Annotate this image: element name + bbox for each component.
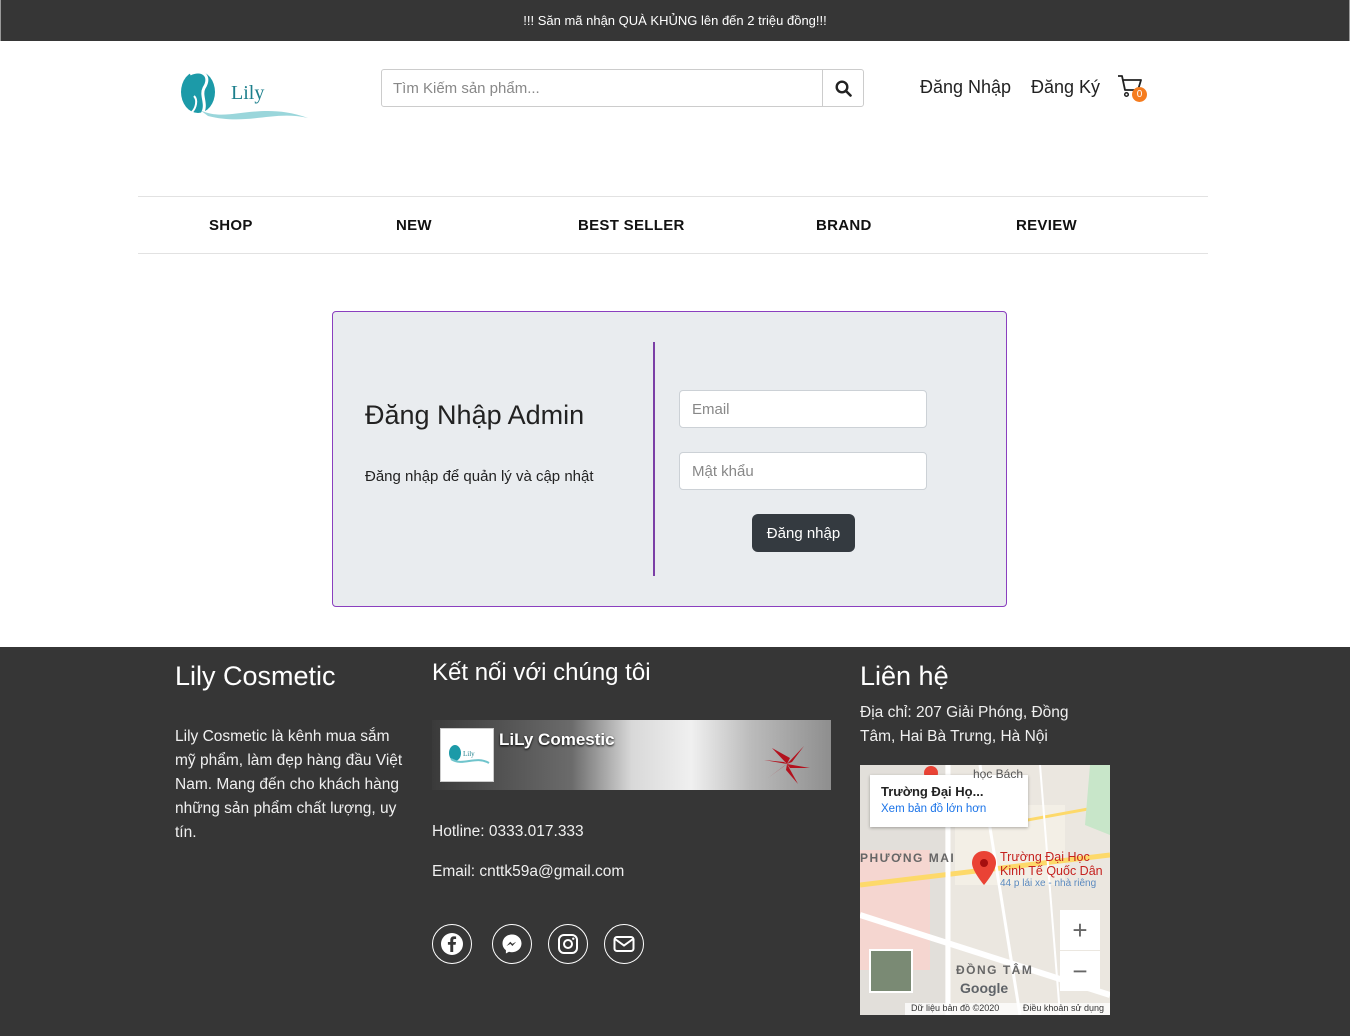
footer-connect-title: Kết nối với chúng tôi	[432, 659, 651, 686]
messenger-button[interactable]	[492, 924, 532, 964]
map-zoom-in-button[interactable]: +	[1060, 910, 1100, 950]
poinsettia-decoration	[764, 746, 810, 784]
fb-page-logo: Lily	[440, 728, 494, 782]
login-link[interactable]: Đăng Nhập	[920, 77, 1011, 98]
map-district-phuong-mai: PHƯƠNG MAI	[860, 851, 956, 865]
envelope-icon	[613, 936, 635, 952]
nav-item-brand[interactable]: BRAND	[816, 217, 872, 234]
map-place-name: Trường Đại Họ...	[881, 784, 984, 799]
map-place-line1: Trường Đại Học	[1000, 850, 1090, 864]
map-place-sub: 44 p lái xe - nhà riêng	[1000, 878, 1097, 889]
password-field[interactable]	[679, 452, 927, 490]
google-map[interactable]: Trường Đại Họ... Xem bản đồ lớn hơn học …	[860, 765, 1110, 1015]
footer-brand-description: Lily Cosmetic là kênh mua sắm mỹ phẩm, l…	[175, 728, 403, 841]
site-header: Lily Đăng Nhập Đăng Ký 0	[0, 41, 1350, 196]
map-place-card: Trường Đại Họ... Xem bản đồ lớn hơn	[870, 775, 1028, 827]
email-field[interactable]	[679, 390, 927, 428]
map-zoom-out-button[interactable]: −	[1060, 951, 1100, 991]
cart-button[interactable]: 0	[1117, 74, 1149, 104]
larger-map-link[interactable]: Xem bản đồ lớn hơn	[881, 803, 1017, 815]
footer-address: Địa chỉ: 207 Giải Phóng, Đồng Tâm, Hai B…	[860, 704, 1069, 745]
main-nav: SHOP NEW BEST SELLER BRAND REVIEW	[138, 196, 1208, 254]
map-attribution: Dữ liệu bản đồ ©2020 Điều khoản sử dụng	[905, 1003, 1110, 1015]
messenger-icon	[502, 934, 522, 954]
footer-email: Email: cnttk59a@gmail.com	[432, 863, 625, 880]
promo-bar: !!! Săn mã nhận QUÀ KHỦNG lên đến 2 triệ…	[0, 0, 1350, 41]
svg-text:Lily: Lily	[463, 750, 475, 758]
admin-login-card: Đăng Nhập Admin Đăng nhập để quản lý và …	[332, 311, 1007, 607]
register-link[interactable]: Đăng Ký	[1031, 77, 1100, 98]
instagram-icon	[558, 934, 578, 954]
instagram-button[interactable]	[548, 924, 588, 964]
site-footer: Lily Cosmetic Lily Cosmetic là kênh mua …	[0, 647, 1350, 1036]
map-label-top: học Bách	[973, 767, 1024, 781]
footer-hotline: Hotline: 0333.017.333	[432, 823, 584, 840]
map-data-credit: Dữ liệu bản đồ ©2020	[911, 1003, 1000, 1013]
map-place-line2: Kinh Tế Quốc Dân	[1000, 864, 1103, 878]
fb-page-name: LiLy Comestic	[499, 730, 615, 749]
nav-item-review[interactable]: REVIEW	[1016, 217, 1077, 234]
promo-text: !!! Săn mã nhận QUÀ KHỦNG lên đến 2 triệ…	[523, 13, 827, 28]
map-terms-link[interactable]: Điều khoản sử dụng	[1023, 1003, 1104, 1015]
search-icon	[834, 79, 852, 97]
logo-text: Lily	[231, 82, 264, 104]
card-divider	[653, 342, 655, 576]
footer-contact-title: Liên hệ	[860, 661, 949, 691]
cart-count-badge: 0	[1132, 87, 1147, 102]
email-button[interactable]	[604, 924, 644, 964]
lily-logo[interactable]: Lily	[178, 66, 310, 124]
nav-item-new[interactable]: NEW	[396, 217, 432, 234]
google-logo: Google	[960, 980, 1009, 996]
facebook-icon	[441, 933, 463, 955]
login-title: Đăng Nhập Admin	[365, 400, 585, 430]
footer-brand-title: Lily Cosmetic	[175, 661, 336, 691]
map-district-dong-tam: ĐỒNG TÂM	[956, 963, 1034, 977]
search-button[interactable]	[822, 70, 863, 106]
facebook-button[interactable]	[432, 924, 472, 964]
search-input[interactable]	[382, 70, 822, 106]
login-submit-button[interactable]: Đăng nhập	[752, 514, 855, 552]
nav-item-best-seller[interactable]: BEST SELLER	[578, 217, 685, 234]
search-bar	[381, 69, 864, 107]
login-subtitle: Đăng nhập để quản lý và cập nhật	[365, 468, 594, 485]
facebook-page-banner[interactable]: Lily LiLy Comestic	[432, 720, 831, 790]
nav-item-shop[interactable]: SHOP	[209, 217, 253, 234]
